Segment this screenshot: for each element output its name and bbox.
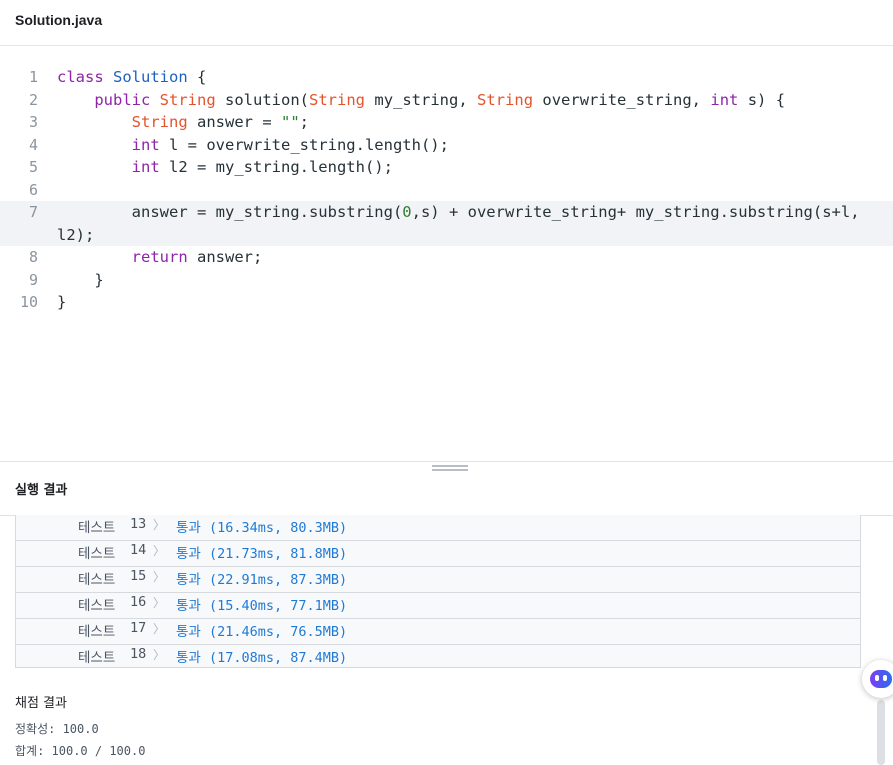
test-result: 통과 (21.46ms, 76.5MB) xyxy=(176,624,348,640)
code-text[interactable]: } xyxy=(57,291,893,314)
test-number: 17 xyxy=(130,620,147,636)
code-text[interactable]: return answer; xyxy=(57,246,893,269)
code-text[interactable]: answer = my_string.substring(0,s) + over… xyxy=(57,201,893,224)
chevron-right-icon: 〉 xyxy=(153,596,166,610)
results-title: 실행 결과 xyxy=(15,483,68,498)
line-number: 3 xyxy=(28,113,38,131)
test-label: 테스트 xyxy=(78,546,116,562)
test-label: 테스트 xyxy=(78,624,116,640)
code-line[interactable]: 9 } xyxy=(0,269,893,292)
test-number: 13 xyxy=(130,516,147,532)
line-number: 10 xyxy=(19,293,38,311)
code-text[interactable]: public String solution(String my_string,… xyxy=(57,89,893,112)
code-line-active[interactable]: 7 answer = my_string.substring(0,s) + ov… xyxy=(0,201,893,224)
results-header: 실행 결과 xyxy=(0,462,893,516)
line-number: 5 xyxy=(28,158,38,176)
test-number: 15 xyxy=(130,568,147,584)
chevron-right-icon: 〉 xyxy=(153,648,166,662)
code-line-wrapped[interactable]: l2); xyxy=(0,223,893,247)
code-text[interactable]: int l = overwrite_string.length(); xyxy=(57,134,893,157)
test-label: 테스트 xyxy=(78,598,116,614)
test-number: 14 xyxy=(130,542,147,558)
test-number: 18 xyxy=(130,646,147,662)
code-line[interactable]: 1 class Solution { xyxy=(0,66,893,89)
code-line[interactable]: 4 int l = overwrite_string.length(); xyxy=(0,134,893,157)
file-tab-title[interactable]: Solution.java xyxy=(15,12,102,28)
code-line[interactable]: 8 return answer; xyxy=(0,246,893,269)
code-line[interactable]: 10 } xyxy=(0,291,893,314)
test-result: 통과 (17.08ms, 87.4MB) xyxy=(176,650,348,666)
chevron-right-icon: 〉 xyxy=(153,622,166,636)
code-text[interactable]: int l2 = my_string.length(); xyxy=(57,156,893,179)
line-number: 8 xyxy=(28,248,38,266)
code-text[interactable]: l2); xyxy=(57,224,893,247)
test-result: 통과 (16.34ms, 80.3MB) xyxy=(176,520,348,536)
code-line[interactable]: 6 xyxy=(0,179,893,202)
line-number: 1 xyxy=(28,68,38,86)
test-result: 통과 (21.73ms, 81.8MB) xyxy=(176,546,348,562)
test-label: 테스트 xyxy=(78,572,116,588)
results-scrollbar[interactable] xyxy=(877,700,885,765)
test-number: 16 xyxy=(130,594,147,610)
chatbot-icon xyxy=(870,670,892,688)
grading-title: 채점 결과 xyxy=(15,696,67,711)
line-number: 7 xyxy=(28,203,38,221)
test-row[interactable]: 테스트 15 〉 통과 (22.91ms, 87.3MB) xyxy=(16,567,860,593)
chatbot-button[interactable] xyxy=(862,660,893,698)
test-result: 통과 (15.40ms, 77.1MB) xyxy=(176,598,348,614)
line-number: 6 xyxy=(28,180,38,199)
code-line[interactable]: 2 public String solution(String my_strin… xyxy=(0,89,893,112)
chevron-right-icon: 〉 xyxy=(153,518,166,532)
chevron-right-icon: 〉 xyxy=(153,570,166,584)
test-row[interactable]: 테스트 16 〉 통과 (15.40ms, 77.1MB) xyxy=(16,593,860,619)
test-row[interactable]: 테스트 18 〉 통과 (17.08ms, 87.4MB) xyxy=(16,645,860,667)
grading-total: 합계: 100.0 / 100.0 xyxy=(15,744,146,758)
code-text[interactable]: } xyxy=(57,269,893,292)
file-header: Solution.java xyxy=(0,0,893,46)
line-number: 4 xyxy=(28,135,38,154)
line-number: 9 xyxy=(28,270,38,289)
code-line[interactable]: 3 String answer = ""; xyxy=(0,111,893,134)
test-row[interactable]: 테스트 14 〉 통과 (21.73ms, 81.8MB) xyxy=(16,541,860,567)
code-text[interactable]: class Solution { xyxy=(57,66,893,89)
grading-accuracy: 정확성: 100.0 xyxy=(15,722,99,736)
test-result: 통과 (22.91ms, 87.3MB) xyxy=(176,572,348,588)
code-text[interactable]: String answer = ""; xyxy=(57,111,893,134)
test-row[interactable]: 테스트 13 〉 통과 (16.34ms, 80.3MB) xyxy=(16,515,860,541)
test-label: 테스트 xyxy=(78,520,116,536)
code-editor[interactable]: 1 class Solution { 2 public String solut… xyxy=(0,66,893,314)
test-results-list[interactable]: 테스트 13 〉 통과 (16.34ms, 80.3MB) 테스트 14 〉 통… xyxy=(15,515,861,668)
line-number: 2 xyxy=(28,90,38,109)
test-row[interactable]: 테스트 17 〉 통과 (21.46ms, 76.5MB) xyxy=(16,619,860,645)
code-line[interactable]: 5 int l2 = my_string.length(); xyxy=(0,156,893,179)
test-label: 테스트 xyxy=(78,650,116,666)
chevron-right-icon: 〉 xyxy=(153,544,166,558)
